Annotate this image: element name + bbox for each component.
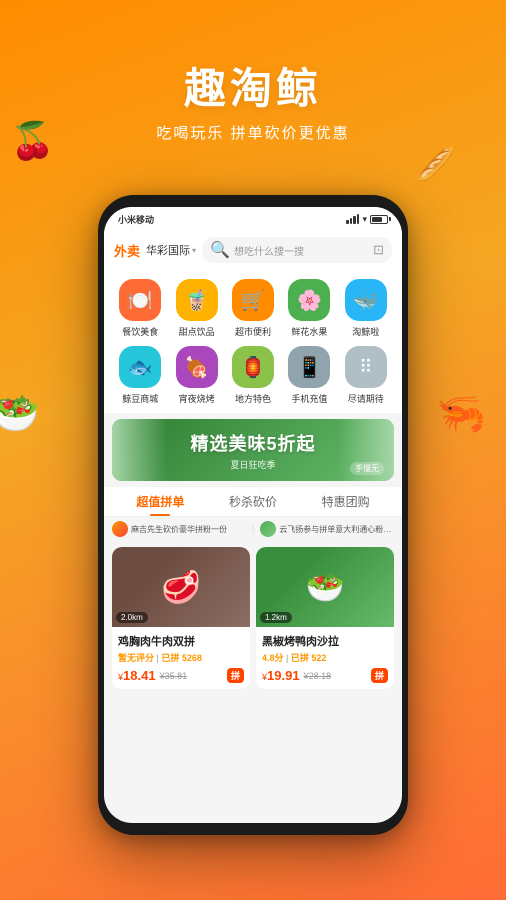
categories-grid: 🍽️ 餐饮美食 🧋 甜点饮品 🛒 超市便利 🌸 鲜花水果 🐳 淘鲸啦 🐟 [104,269,402,413]
category-item-local[interactable]: 🏮 地方特色 [225,346,281,405]
category-item-drinks[interactable]: 🧋 甜点饮品 [168,279,224,338]
category-label-more: 尽请期待 [348,392,384,405]
product-rating-2: 4.8分 | 已拼 522 [262,651,388,664]
category-item-phone[interactable]: 📱 手机充值 [281,346,337,405]
app-subtitle: 吃喝玩乐 拼单砍价更优惠 [0,122,506,143]
status-bar: 小米移动 ▾ [104,207,402,231]
category-icon-local: 🏮 [232,346,274,388]
category-item-mart[interactable]: 🛒 超市便利 [225,279,281,338]
battery-icon [370,215,388,224]
scan-icon: ⊡ [373,242,384,258]
product-price-1: ¥18.41 [118,668,156,683]
location-selector[interactable]: 华彩国际 ▾ [146,242,196,258]
category-label-whale: 淘鲸啦 [352,325,379,338]
salad-decoration: 🥗 [0,390,70,470]
category-label-flowers: 鲜花水果 [291,325,327,338]
app-title-area: 趣淘鲸 吃喝玩乐 拼单砍价更优惠 [0,55,506,143]
product-card-1[interactable]: 🥩 2.0km 鸡胸肉牛肉双拼 暂无评分 | 已拼 5268 ¥18.41 ¥3… [112,547,250,689]
location-text: 华彩国际 [146,242,190,258]
category-icon-mart: 🛒 [232,279,274,321]
product-price-2: ¥19.91 [262,668,300,683]
category-icon-drinks: 🧋 [176,279,218,321]
product-pricing-2: ¥19.91 ¥28.18 拼 [262,668,388,683]
promo-avatar-2 [260,521,276,537]
category-label-phone: 手机充值 [291,392,327,405]
chevron-down-icon: ▾ [192,246,196,255]
banner-sub-text: 夏日狂吃季 [190,458,315,471]
tab-super-deal[interactable]: 超值拼单 [114,493,207,516]
product-price-original-1: ¥35.81 [160,671,188,681]
bread-decoration: 🥖 [416,145,491,185]
tab-flash-sale[interactable]: 秒杀砍价 [207,493,300,516]
wifi-icon: ▾ [362,214,367,225]
category-label-mart: 超市便利 [235,325,271,338]
product-info-1: 鸡胸肉牛肉双拼 暂无评分 | 已拼 5268 ¥18.41 ¥35.81 拼 [112,627,250,689]
product-rating-1: 暂无评分 | 已拼 5268 [118,651,244,664]
promo-item-1: 麻吉先生砍价豪华拼粉一份 [112,521,246,537]
category-icon-mall: 🐟 [119,346,161,388]
promo-banner[interactable]: 精选美味5折起 夏日狂吃季 手慢无 [112,419,394,481]
promo-text-2: 云飞扬参与拼单意大利通心粉一份 [279,524,394,535]
banner-main-text: 精选美味5折起 [190,430,315,456]
search-icon: 🔍 [210,240,230,260]
category-label-food: 餐饮美食 [122,325,158,338]
promo-activity-row: 麻吉先生砍价豪华拼粉一份 | 云飞扬参与拼单意大利通心粉一份 [104,517,402,541]
category-item-flowers[interactable]: 🌸 鲜花水果 [281,279,337,338]
category-item-bbq[interactable]: 🍖 宵夜烧烤 [168,346,224,405]
promo-divider: | [252,524,255,535]
signal-icon [346,214,359,224]
product-name-2: 黑椒烤鸭肉沙拉 [262,633,388,649]
carrier-label: 小米移动 [118,213,154,226]
category-item-more[interactable]: ⠿ 尽请期待 [338,346,394,405]
category-icon-phone: 📱 [288,346,330,388]
promo-text-1: 麻吉先生砍价豪华拼粉一份 [131,524,227,535]
product-name-1: 鸡胸肉牛肉双拼 [118,633,244,649]
product-distance-2: 1.2km [260,612,292,623]
category-item-food[interactable]: 🍽️ 餐饮美食 [112,279,168,338]
category-label-mall: 鲸豆商城 [122,392,158,405]
banner-tag: 手慢无 [350,462,384,475]
category-icon-whale: 🐳 [345,279,387,321]
promo-item-2: 云飞扬参与拼单意大利通心粉一份 [260,521,394,537]
category-item-mall[interactable]: 🐟 鲸豆商城 [112,346,168,405]
category-label-bbq: 宵夜烧烤 [179,392,215,405]
products-grid: 🥩 2.0km 鸡胸肉牛肉双拼 暂无评分 | 已拼 5268 ¥18.41 ¥3… [104,541,402,695]
product-pricing-1: ¥18.41 ¥35.81 拼 [118,668,244,683]
tabs-row: 超值拼单 秒杀砍价 特惠团购 [104,487,402,517]
category-icon-food: 🍽️ [119,279,161,321]
shrimp-decoration: 🦐 [436,390,506,470]
category-label-local: 地方特色 [235,392,271,405]
search-placeholder: 想吃什么搜一搜 [234,243,304,258]
product-image-1: 🥩 2.0km [112,547,250,627]
pinjie-badge-2[interactable]: 拼 [371,668,388,683]
phone-screen: 小米移动 ▾ 外卖 华彩国际 ▾ 🔍 [104,207,402,823]
search-bar[interactable]: 🔍 想吃什么搜一搜 ⊡ [202,237,392,263]
product-distance-1: 2.0km [116,612,148,623]
banner-food-left [112,419,167,481]
category-icon-bbq: 🍖 [176,346,218,388]
category-label-drinks: 甜点饮品 [179,325,215,338]
product-card-2[interactable]: 🥗 1.2km 黑椒烤鸭肉沙拉 4.8分 | 已拼 522 ¥19.91 ¥28… [256,547,394,689]
status-icons: ▾ [346,214,388,225]
phone-mockup: 小米移动 ▾ 外卖 华彩国际 ▾ 🔍 [98,195,408,835]
tab-group-buy[interactable]: 特惠团购 [299,493,392,516]
category-icon-more: ⠿ [345,346,387,388]
category-icon-flowers: 🌸 [288,279,330,321]
promo-avatar-1 [112,521,128,537]
product-price-original-2: ¥28.18 [304,671,332,681]
app-title: 趣淘鲸 [0,55,506,116]
header-bar: 外卖 华彩国际 ▾ 🔍 想吃什么搜一搜 ⊡ [104,231,402,269]
category-item-whale[interactable]: 🐳 淘鲸啦 [338,279,394,338]
product-image-2: 🥗 1.2km [256,547,394,627]
product-info-2: 黑椒烤鸭肉沙拉 4.8分 | 已拼 522 ¥19.91 ¥28.18 拼 [256,627,394,689]
waimai-label: 外卖 [114,241,140,260]
pinjie-badge-1[interactable]: 拼 [227,668,244,683]
